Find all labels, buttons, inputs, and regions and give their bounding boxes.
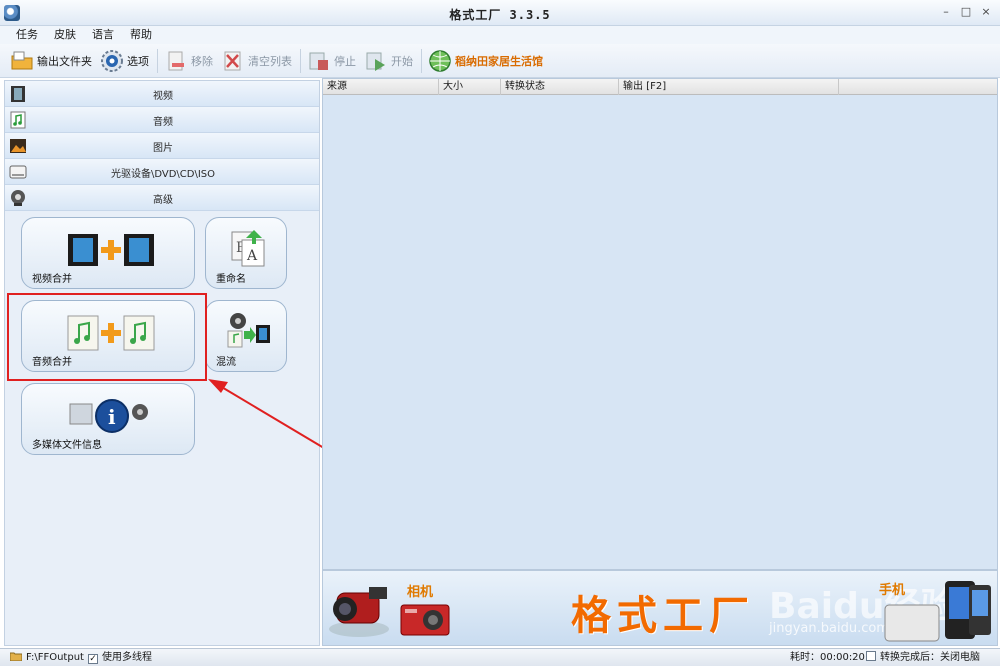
multithread-checkbox[interactable]: ✓ (88, 654, 98, 664)
highlight-box (7, 293, 207, 381)
rename-icon: B A (231, 230, 265, 267)
category-label: 音频 (153, 117, 173, 128)
stop-icon (307, 49, 331, 73)
media-info-label: 多媒体文件信息 (32, 440, 102, 451)
title-bar: 格式工厂 3.3.5 – □ × (0, 0, 1000, 26)
remove-icon (164, 49, 188, 73)
video-merge-label: 视频合并 (32, 274, 72, 285)
photo-camera-icon (400, 604, 450, 636)
rename-label: 重命名 (216, 274, 246, 285)
output-folder-button[interactable]: 输出文件夹 (10, 49, 92, 73)
start-icon (364, 49, 388, 73)
menu-help[interactable]: 帮助 (122, 26, 160, 44)
category-video[interactable]: 视频 (5, 81, 319, 107)
rename-tile[interactable]: B A 重命名 (205, 217, 287, 289)
remove-label: 移除 (191, 54, 213, 68)
stop-label: 停止 (334, 54, 356, 68)
window-controls: – □ × (938, 4, 994, 20)
video-camera-icon (329, 587, 389, 637)
promo-link[interactable]: 稻纳田家居生活馆 (428, 49, 543, 73)
media-info-tile[interactable]: i 多媒体文件信息 (21, 383, 195, 455)
task-table-header: 来源 大小 转换状态 输出 [F2] (323, 79, 997, 95)
ad-banner[interactable]: 相机 格式工厂 Baidu经验 jingyan.baidu.com 手机 (322, 570, 998, 646)
folder-icon (10, 49, 34, 73)
window-title: 格式工厂 3.3.5 (449, 8, 551, 22)
elapsed-time: 耗时：00:00:20 (790, 652, 865, 663)
task-list: 来源 大小 转换状态 输出 [F2] (322, 78, 998, 570)
menu-task[interactable]: 任务 (8, 26, 46, 44)
mux-label: 混流 (216, 357, 236, 368)
category-picture[interactable]: 图片 (5, 133, 319, 159)
minimize-button[interactable]: – (938, 4, 954, 20)
category-label: 高级 (153, 195, 173, 206)
status-bar: F:\FFOutput ✓ 使用多线程 耗时：00:00:20 转换完成后：关闭电… (0, 648, 1000, 666)
options-label: 选项 (127, 54, 149, 68)
category-label: 图片 (153, 143, 173, 154)
output-path[interactable]: F:\FFOutput (9, 651, 84, 665)
promo-link-label: 稻纳田家居生活馆 (455, 54, 543, 68)
clear-list-label: 清空列表 (248, 54, 292, 68)
shutdown-option[interactable]: 转换完成后：关闭电脑 (866, 651, 980, 665)
category-label: 视频 (153, 91, 173, 102)
multithread-option[interactable]: ✓ 使用多线程 (88, 651, 152, 665)
svg-text:A: A (246, 248, 258, 264)
info-icon: i (69, 399, 148, 433)
gear-icon (100, 49, 124, 73)
category-disc[interactable]: 光驱设备\DVD\CD\ISO (5, 159, 319, 185)
start-button[interactable]: 开始 (364, 49, 413, 73)
output-path-label: F:\FFOutput (26, 652, 84, 663)
column-status[interactable]: 转换状态 (501, 79, 619, 95)
brand-logo-text: 格式工厂 (571, 593, 755, 639)
column-output[interactable]: 输出 [F2] (619, 79, 839, 95)
menu-language[interactable]: 语言 (84, 26, 122, 44)
watermark-subtext: jingyan.baidu.com (769, 621, 889, 636)
stop-button[interactable]: 停止 (307, 49, 356, 73)
camera-label: 相机 (407, 585, 434, 600)
mux-icon (227, 313, 270, 348)
column-size[interactable]: 大小 (439, 79, 501, 95)
category-label: 光驱设备\DVD\CD\ISO (110, 169, 216, 180)
category-audio[interactable]: 音频 (5, 107, 319, 133)
shutdown-checkbox[interactable] (866, 651, 876, 661)
maximize-button[interactable]: □ (958, 4, 974, 20)
toolbar: 输出文件夹 选项 移除 清空列表 停止 开始 稻纳田家居生活馆 (0, 44, 1000, 78)
shutdown-label: 转换完成后：关闭电脑 (880, 652, 980, 663)
start-label: 开始 (391, 54, 413, 68)
svg-text:i: i (108, 405, 116, 429)
remove-button[interactable]: 移除 (164, 49, 213, 73)
mobile-phone-icon (884, 581, 991, 642)
category-advanced[interactable]: 高级 (5, 185, 319, 211)
video-merge-tile[interactable]: 视频合并 (21, 217, 195, 289)
folder-icon (9, 652, 23, 662)
category-panel: 视频 音频 图片 光驱设备\DVD\CD\ISO 高级 视频合并 B A 重命名 (4, 80, 320, 646)
column-source[interactable]: 来源 (323, 79, 439, 95)
menu-bar: 任务 皮肤 语言 帮助 (0, 26, 1000, 44)
options-button[interactable]: 选项 (100, 49, 149, 73)
close-button[interactable]: × (978, 4, 994, 20)
menu-skin[interactable]: 皮肤 (46, 26, 84, 44)
output-folder-label: 输出文件夹 (37, 54, 92, 68)
clear-list-button[interactable]: 清空列表 (221, 49, 292, 73)
multithread-label: 使用多线程 (102, 652, 152, 663)
video-merge-icon (68, 234, 154, 266)
globe-icon (428, 49, 452, 73)
clear-icon (221, 49, 245, 73)
mux-tile[interactable]: 混流 (205, 300, 287, 372)
